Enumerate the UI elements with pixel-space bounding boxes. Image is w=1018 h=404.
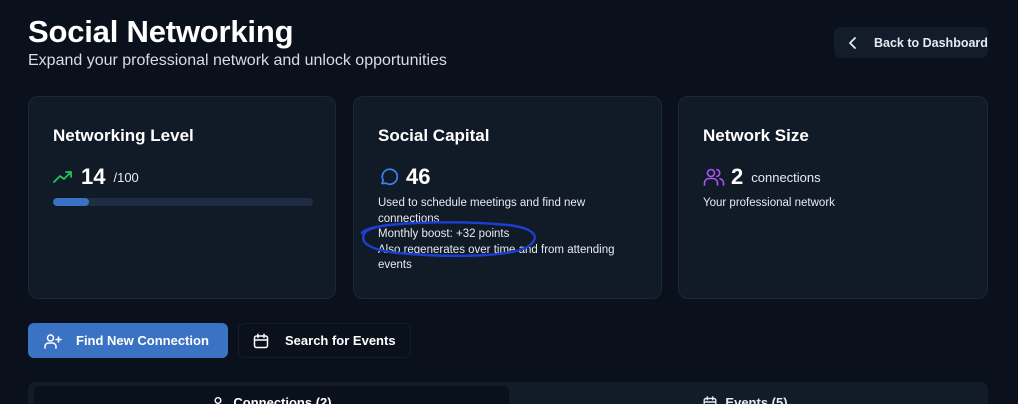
desc-line: Also regenerates over time and from atte… [378, 243, 615, 272]
calendar-icon [703, 395, 719, 404]
desc-line: Used to schedule meetings and find new c… [378, 197, 586, 225]
tab-events-label: Events (5) [725, 395, 788, 404]
calendar-icon [253, 332, 271, 350]
metric-row: 2 connections [703, 164, 821, 190]
back-button-label: Back to Dashboard [874, 35, 988, 50]
back-to-dashboard-button[interactable]: Back to Dashboard [834, 27, 988, 58]
progress-fill [53, 198, 90, 206]
tab-connections-label: Connections (2) [233, 395, 332, 404]
network-size-value: 2 [731, 164, 744, 189]
search-for-events-button[interactable]: Search for Events [238, 323, 411, 358]
social-capital-description: Used to schedule meetings and find new c… [378, 196, 640, 274]
metric-row: 46 [378, 164, 438, 190]
networking-level-unit: /100 [113, 169, 139, 185]
network-size-description: Your professional network [703, 197, 835, 209]
networking-level-progress [53, 198, 313, 206]
trending-up-icon [53, 167, 75, 187]
tab-connections[interactable]: Connections (2) [34, 386, 509, 404]
search-for-events-label: Search for Events [285, 333, 396, 348]
network-size-card: Network Size 2 connections Your professi… [678, 96, 988, 299]
page-title: Social Networking [28, 14, 294, 49]
page-subtitle: Expand your professional network and unl… [28, 52, 447, 69]
user-icon [211, 395, 227, 404]
metric-row: 14 /100 [53, 164, 139, 190]
find-new-connection-label: Find New Connection [76, 333, 209, 348]
tab-bar: Connections (2) Events (5) [28, 382, 988, 404]
network-size-unit: connections [751, 169, 821, 185]
social-capital-card: Social Capital 46 Used to schedule meeti… [353, 96, 662, 299]
chevron-left-icon [848, 36, 866, 50]
card-title: Network Size [703, 126, 809, 145]
networking-level-card: Networking Level 14 /100 [28, 96, 336, 299]
find-new-connection-button[interactable]: Find New Connection [28, 323, 228, 358]
users-icon [703, 167, 725, 187]
networking-level-value: 14 [81, 164, 106, 189]
user-plus-icon [44, 332, 62, 350]
social-capital-value: 46 [406, 164, 431, 189]
card-title: Social Capital [378, 126, 490, 145]
message-circle-icon [378, 167, 400, 187]
monthly-boost-text: Monthly boost: +32 points [378, 228, 510, 240]
tab-events[interactable]: Events (5) [508, 386, 983, 404]
card-title: Networking Level [53, 126, 194, 145]
